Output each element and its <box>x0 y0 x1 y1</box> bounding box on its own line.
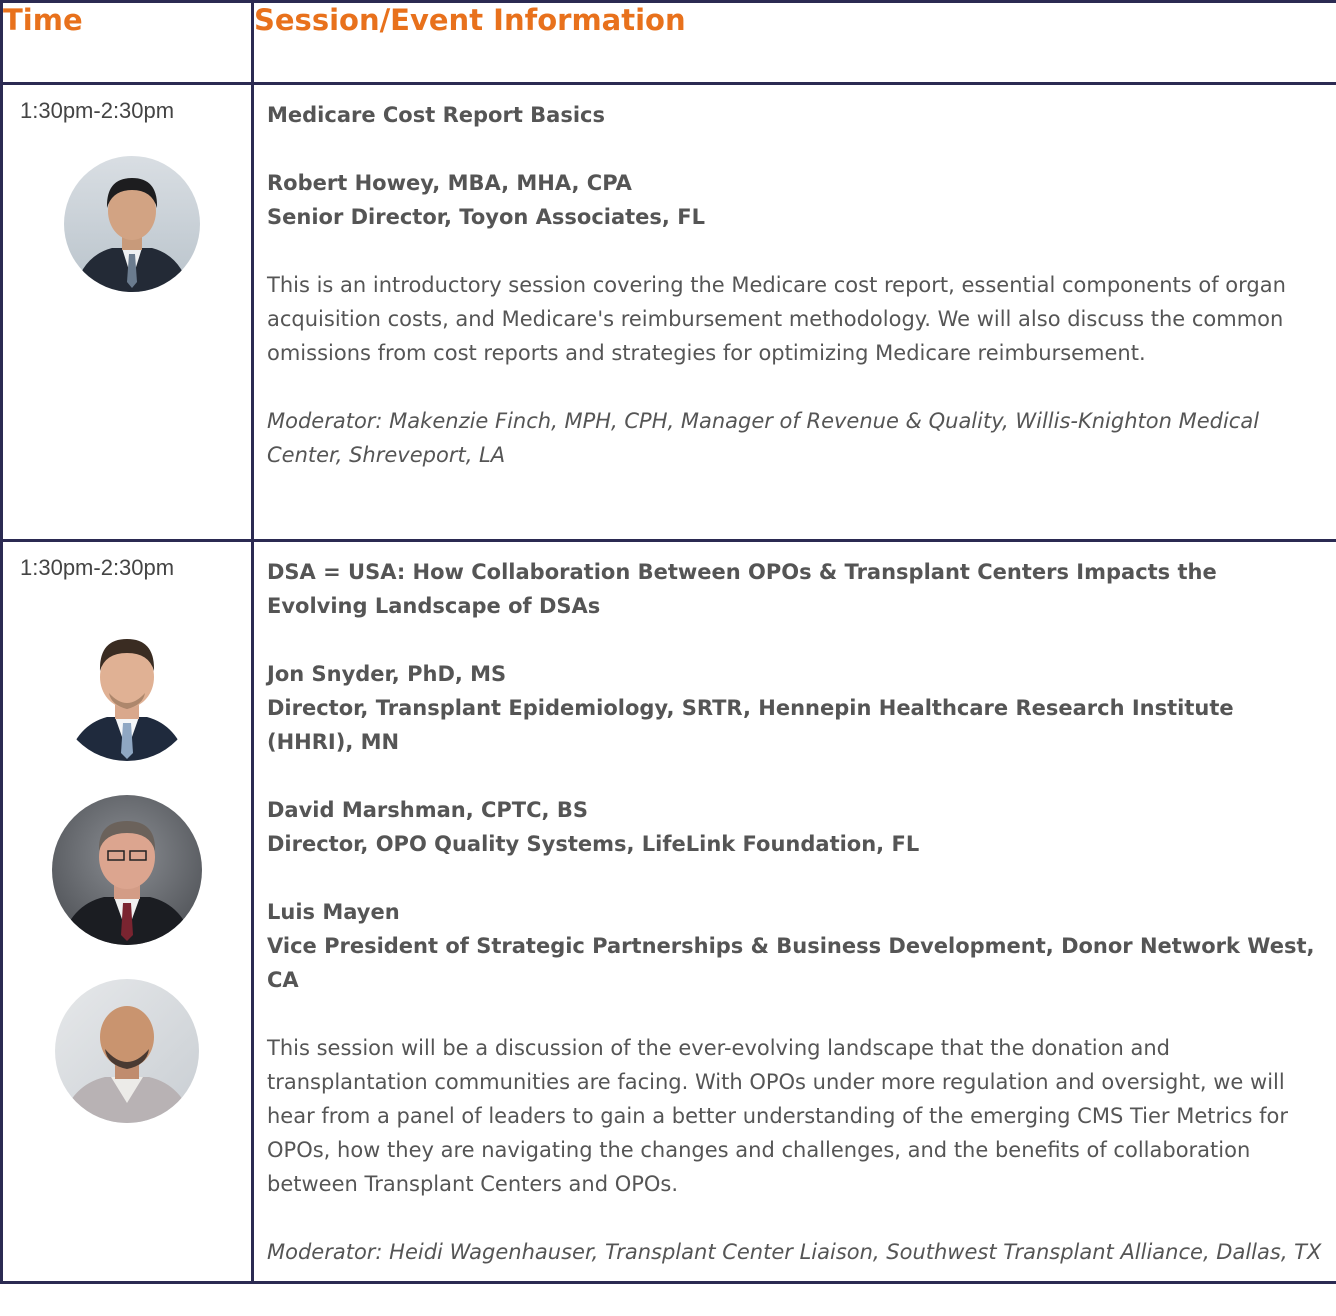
info-cell: Medicare Cost Report Basics Robert Howey… <box>251 82 1336 542</box>
time-column-header: Time <box>0 0 254 85</box>
session-title: Medicare Cost Report Basics <box>267 103 605 127</box>
speaker-role: Vice President of Strategic Partnerships… <box>267 934 1315 992</box>
speaker-role: Senior Director, Toyon Associates, FL <box>267 205 705 229</box>
session-description: This is an introductory session covering… <box>267 273 1286 365</box>
speaker-role: Director, Transplant Epidemiology, SRTR,… <box>267 696 1234 754</box>
speaker-block: Jon Snyder, PhD, MS Director, Transplant… <box>267 657 1322 759</box>
speaker-photo-mayen <box>55 979 199 1123</box>
speaker-block: Luis Mayen Vice President of Strategic P… <box>267 895 1322 997</box>
speaker-photo-snyder <box>57 621 197 761</box>
session-time: 1:30pm-2:30pm <box>20 555 175 580</box>
session-row: 1:30pm-2:30pm <box>0 539 1336 1284</box>
info-column-header: Session/Event Information <box>251 0 1336 85</box>
session-time: 1:30pm-2:30pm <box>20 98 175 123</box>
speaker-block: David Marshman, CPTC, BS Director, OPO Q… <box>267 793 1322 861</box>
session-description: This session will be a discussion of the… <box>267 1036 1288 1196</box>
speaker-block: Robert Howey, MBA, MHA, CPA Senior Direc… <box>267 166 1322 234</box>
speaker-photo-marshman <box>52 795 202 945</box>
speaker-role: Director, OPO Quality Systems, LifeLink … <box>267 832 920 856</box>
session-title: DSA = USA: How Collaboration Between OPO… <box>267 560 1217 618</box>
session-moderator: Moderator: Makenzie Finch, MPH, CPH, Man… <box>267 409 1260 467</box>
speaker-name: Luis Mayen <box>267 900 400 924</box>
header-row: Time Session/Event Information <box>0 0 1336 85</box>
agenda-page: Time Session/Event Information 1:30pm-2:… <box>0 0 1336 1316</box>
speaker-name: Jon Snyder, PhD, MS <box>267 662 507 686</box>
schedule-table: Time Session/Event Information 1:30pm-2:… <box>0 0 1336 1284</box>
session-row: 1:30pm-2:30pm <box>0 82 1336 542</box>
time-cell: 1:30pm-2:30pm <box>0 82 254 542</box>
speaker-photo-howey <box>64 156 200 292</box>
speaker-name: David Marshman, CPTC, BS <box>267 798 588 822</box>
session-moderator: Moderator: Heidi Wagenhauser, Transplant… <box>267 1240 1322 1264</box>
time-cell: 1:30pm-2:30pm <box>0 539 254 1284</box>
info-cell: DSA = USA: How Collaboration Between OPO… <box>251 539 1336 1284</box>
speaker-name: Robert Howey, MBA, MHA, CPA <box>267 171 632 195</box>
